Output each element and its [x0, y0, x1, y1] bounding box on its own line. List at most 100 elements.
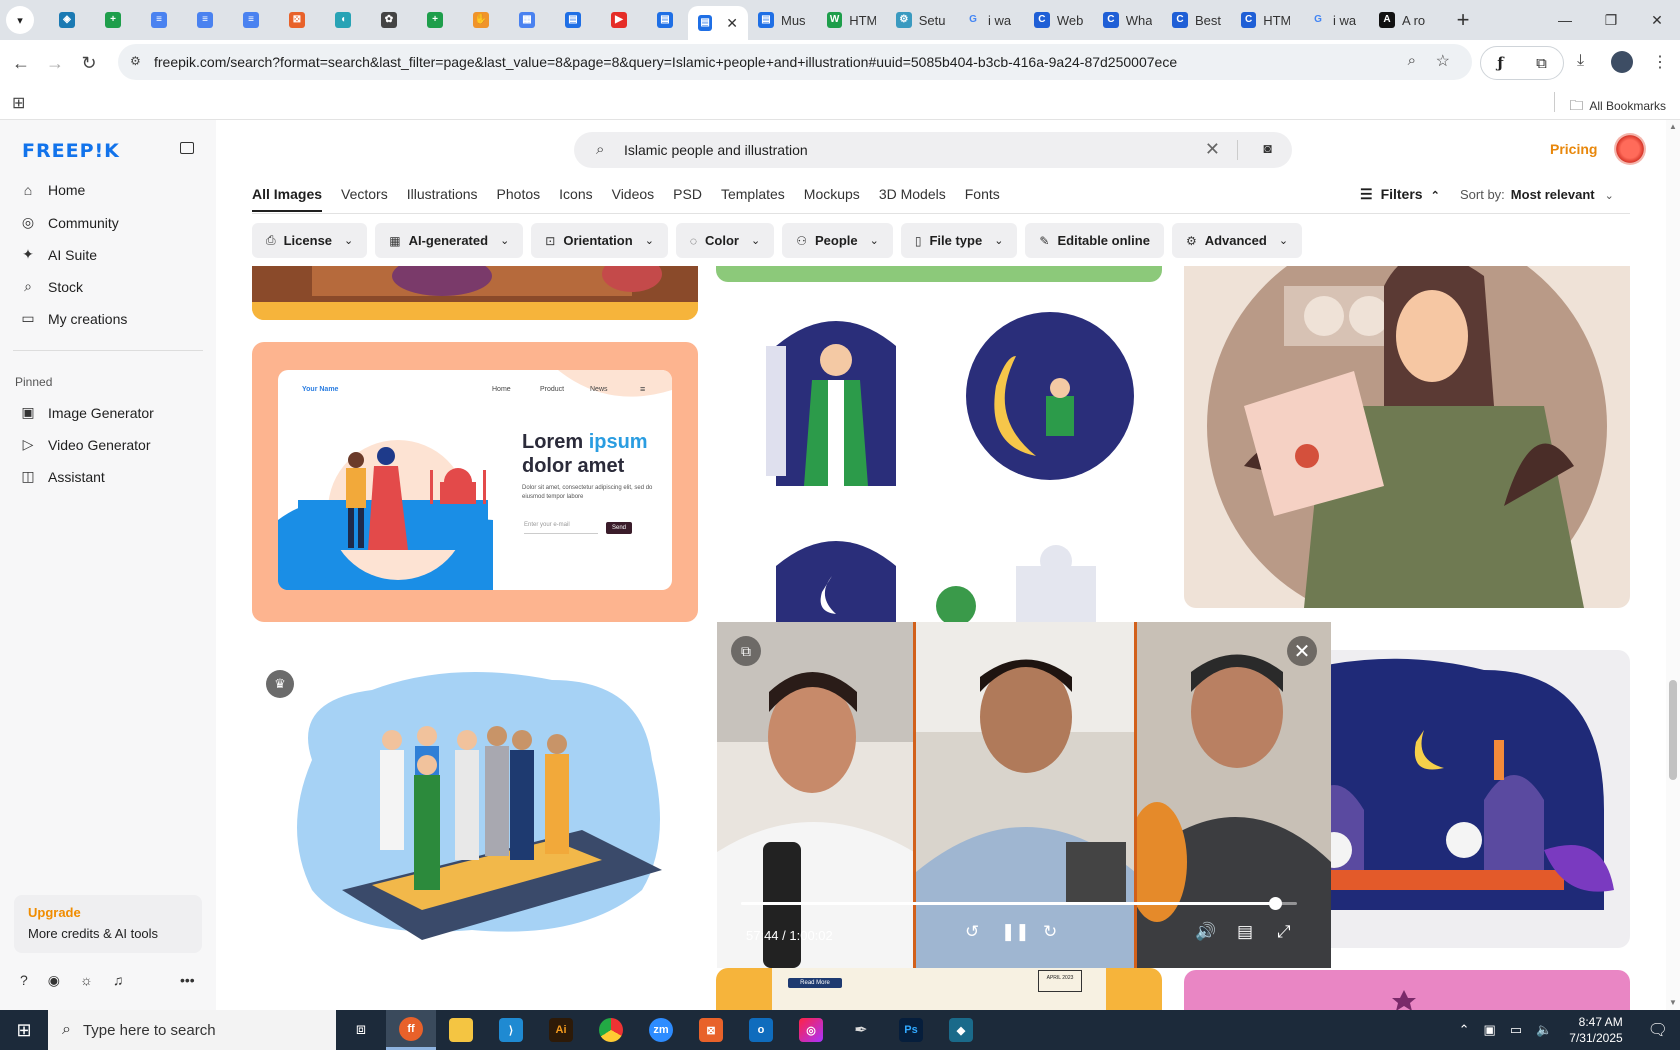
pen-tool-icon[interactable]: ✒: [836, 1010, 886, 1050]
windows-start-icon[interactable]: ⊞: [0, 1020, 48, 1041]
filters-button[interactable]: ☰ Filters ⌃: [1360, 186, 1440, 203]
color-filter[interactable]: ◌ Color ⌄: [675, 223, 775, 258]
back-to-tab-icon[interactable]: ⧉: [731, 636, 761, 666]
outlook-icon[interactable]: o: [736, 1010, 786, 1050]
more-options-icon[interactable]: •••: [180, 972, 195, 988]
browser-tab[interactable]: ⊠: [274, 3, 320, 37]
tab-mockups[interactable]: Mockups: [804, 186, 860, 212]
forward-icon[interactable]: ↻: [1043, 922, 1057, 942]
collapse-sidebar-icon[interactable]: [180, 142, 194, 154]
bookmark-star-icon[interactable]: ☆: [1436, 51, 1450, 71]
result-card[interactable]: [716, 266, 1162, 282]
volume-icon[interactable]: 🔈: [1536, 1022, 1552, 1038]
volume-icon[interactable]: 🔊: [1195, 922, 1216, 942]
search-bar[interactable]: ⌕ Islamic people and illustration ✕ ◙: [574, 132, 1292, 168]
zoom-icon[interactable]: ⌕: [1408, 52, 1416, 69]
sidebar-item-my-creations[interactable]: ▭ My creations: [20, 310, 127, 327]
minimize-button[interactable]: —: [1542, 0, 1588, 40]
photoshop-icon[interactable]: Ps: [886, 1010, 936, 1050]
tab-templates[interactable]: Templates: [721, 186, 785, 212]
tab-psd[interactable]: PSD: [673, 186, 702, 212]
forward-button[interactable]: →: [38, 53, 72, 74]
battery-icon[interactable]: ▭: [1510, 1022, 1522, 1038]
address-bar[interactable]: ⚙ freepik.com/search?format=search&last_…: [118, 44, 1472, 80]
site-info-icon[interactable]: ⚙: [130, 54, 141, 68]
back-button[interactable]: ←: [4, 53, 38, 74]
captions-icon[interactable]: ▤: [1237, 922, 1253, 942]
orientation-filter[interactable]: ⊡ Orientation ⌄: [531, 223, 668, 258]
browser-tab[interactable]: Gi wa: [955, 3, 1024, 37]
sidebar-item-community[interactable]: ◎ Community: [20, 214, 119, 231]
apps-grid-icon[interactable]: ⊞: [12, 93, 25, 113]
page-scrollbar[interactable]: ▲ ▼: [1666, 120, 1680, 1010]
tab-videos[interactable]: Videos: [612, 186, 655, 212]
video-progress-bar[interactable]: [741, 897, 1297, 910]
result-card[interactable]: [252, 266, 698, 320]
tab-fonts[interactable]: Fonts: [965, 186, 1000, 212]
license-filter[interactable]: ⎙ License ⌄: [252, 223, 368, 258]
browser-tab[interactable]: C Best: [1162, 3, 1231, 37]
browser-tab[interactable]: ▦: [504, 3, 550, 37]
pricing-link[interactable]: Pricing: [1550, 141, 1597, 157]
new-tab-button[interactable]: +: [1448, 7, 1478, 33]
sort-control[interactable]: Sort by: Most relevant ⌄: [1460, 187, 1614, 202]
discord-icon[interactable]: ◉: [48, 972, 60, 989]
reload-button[interactable]: ↻: [72, 53, 106, 74]
search-input[interactable]: Islamic people and illustration: [624, 142, 808, 158]
tab-active[interactable]: ▤ ✕: [688, 6, 748, 40]
close-video-button[interactable]: ✕: [1287, 636, 1317, 666]
browser-tab[interactable]: C Web: [1024, 3, 1093, 37]
freepik-logo[interactable]: FREEP!K: [22, 140, 120, 162]
browser-tab[interactable]: ▤: [642, 3, 688, 37]
vscode-icon[interactable]: ⟩: [486, 1010, 536, 1050]
notifications-icon[interactable]: ♫: [113, 972, 124, 989]
browser-menu-icon[interactable]: ⋮: [1652, 52, 1668, 72]
tab-all-images[interactable]: All Images: [252, 186, 323, 212]
browser-tab[interactable]: ≡: [182, 3, 228, 37]
sidebar-item-stock[interactable]: ⌕ Stock: [20, 278, 83, 295]
browser-tab[interactable]: ✿: [366, 3, 412, 37]
upgrade-card[interactable]: Upgrade More credits & AI tools: [14, 895, 202, 953]
theme-icon[interactable]: ☼: [80, 972, 93, 989]
rewind-icon[interactable]: ↺: [965, 922, 979, 942]
tab-vectors[interactable]: Vectors: [341, 186, 388, 212]
browser-tab[interactable]: ▤: [550, 3, 596, 37]
illustrator-icon[interactable]: Ai: [536, 1010, 586, 1050]
result-card[interactable]: ♛: [252, 640, 698, 960]
close-window-button[interactable]: ✕: [1634, 0, 1680, 40]
browser-tab[interactable]: +: [90, 3, 136, 37]
clear-search-icon[interactable]: ✕: [1205, 139, 1220, 160]
pause-icon[interactable]: ❚❚: [1001, 922, 1030, 942]
chrome-icon[interactable]: [586, 1010, 636, 1050]
tab-illustrations[interactable]: Illustrations: [407, 186, 478, 212]
sidebar-item-image-generator[interactable]: ▣ Image Generator: [20, 404, 153, 421]
app-orange-icon[interactable]: ⊠: [686, 1010, 736, 1050]
browser-tab[interactable]: Gi wa: [1300, 3, 1369, 37]
browser-tab[interactable]: +: [412, 3, 458, 37]
ai-generated-filter[interactable]: ▦ AI-generated ⌄: [375, 223, 524, 258]
creative-cloud-icon[interactable]: ◎: [786, 1010, 836, 1050]
sidebar-item-ai-suite[interactable]: ✦ AI Suite: [20, 246, 97, 263]
result-card[interactable]: [1184, 266, 1630, 608]
firefox-icon[interactable]: ff: [386, 1010, 436, 1050]
browser-tab[interactable]: ▶: [596, 3, 642, 37]
advanced-filter[interactable]: ⚙ Advanced ⌄: [1171, 223, 1303, 258]
result-card[interactable]: Your Name Home Product News ≡ Lorem ipsu…: [252, 342, 698, 622]
restore-button[interactable]: ❐: [1588, 0, 1634, 40]
taskbar-search[interactable]: ⌕ Type here to search: [48, 1010, 336, 1050]
fullscreen-icon[interactable]: ⤢: [1277, 922, 1291, 942]
browser-tab[interactable]: C HTM: [1231, 3, 1300, 37]
browser-tab[interactable]: ≡: [228, 3, 274, 37]
tab-icons[interactable]: Icons: [559, 186, 592, 212]
result-card[interactable]: [716, 296, 1162, 636]
download-icon[interactable]: ⤓: [1577, 52, 1584, 70]
scroll-down-icon[interactable]: ▼: [1669, 998, 1677, 1007]
browser-tab[interactable]: W HTM: [817, 3, 886, 37]
people-filter[interactable]: ⚇ People ⌄: [782, 223, 893, 258]
scrollbar-thumb[interactable]: [1669, 680, 1677, 780]
all-bookmarks-button[interactable]: 🗀 All Bookmarks: [1569, 95, 1666, 119]
pip-video-player[interactable]: ⧉ ✕ 57:44 / 1:00:02 ↺ ❚❚ ↻ 🔊 ▤ ⤢: [717, 622, 1331, 968]
tab-3d-models[interactable]: 3D Models: [879, 186, 946, 212]
tray-chevron-icon[interactable]: ⌃: [1459, 1022, 1470, 1038]
tab-search-button[interactable]: ▾: [6, 6, 34, 34]
